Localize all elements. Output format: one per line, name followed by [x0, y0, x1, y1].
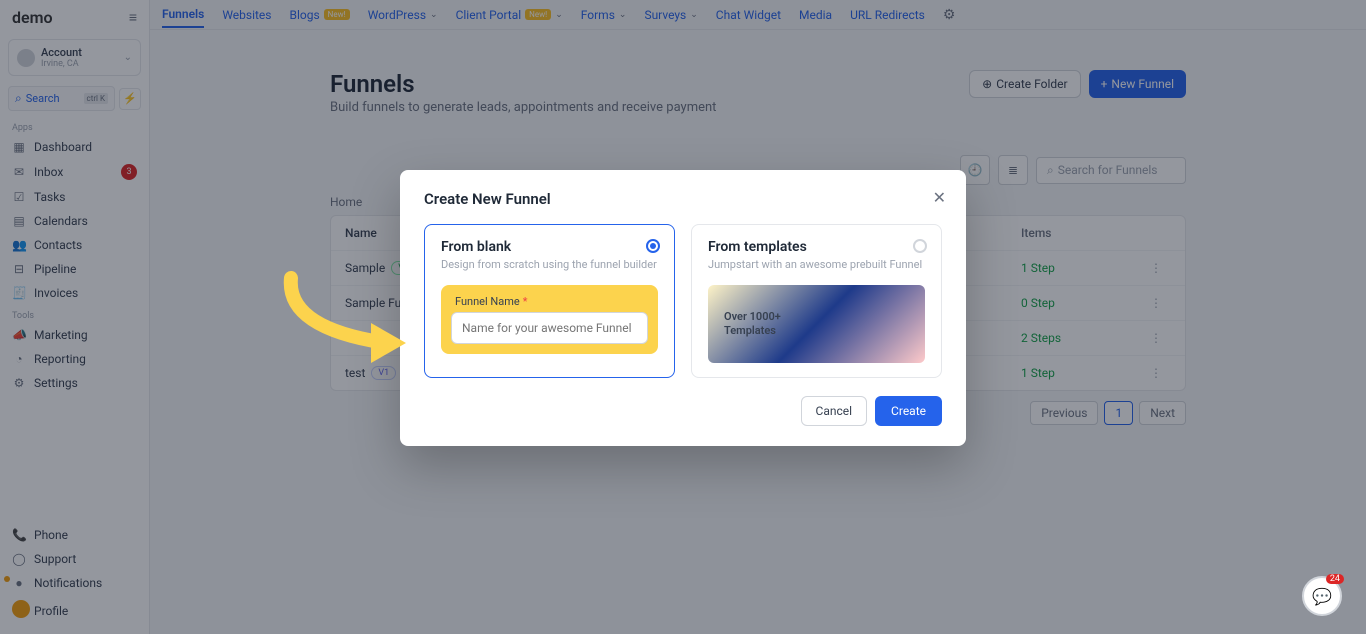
option-templates-subtitle: Jumpstart with an awesome prebuilt Funne… [708, 258, 925, 271]
required-asterisk: * [523, 295, 528, 308]
templates-thumb-text: Over 1000+ Templates [724, 310, 781, 339]
option-from-blank[interactable]: From blank Design from scratch using the… [424, 224, 675, 378]
create-button[interactable]: Create [875, 396, 942, 426]
create-funnel-modal: Create New Funnel ✕ From blank Design fr… [400, 170, 966, 446]
option-from-templates[interactable]: From templates Jumpstart with an awesome… [691, 224, 942, 378]
option-blank-title: From blank [441, 239, 658, 255]
templates-thumbnail: Over 1000+ Templates [708, 285, 925, 363]
option-blank-subtitle: Design from scratch using the funnel bui… [441, 258, 658, 271]
close-icon[interactable]: ✕ [933, 188, 946, 207]
chat-unread-count: 24 [1326, 574, 1344, 584]
option-templates-title: From templates [708, 239, 925, 255]
funnel-name-input[interactable] [451, 312, 648, 344]
chat-widget-button[interactable]: 💬 24 [1302, 576, 1342, 616]
funnel-name-highlight: Funnel Name* [441, 285, 658, 354]
radio-unselected-icon [913, 239, 927, 253]
chat-icon: 💬 [1312, 587, 1332, 606]
radio-selected-icon [646, 239, 660, 253]
funnel-name-label: Funnel Name [455, 295, 520, 308]
modal-title: Create New Funnel [424, 190, 942, 208]
cancel-button[interactable]: Cancel [801, 396, 868, 426]
